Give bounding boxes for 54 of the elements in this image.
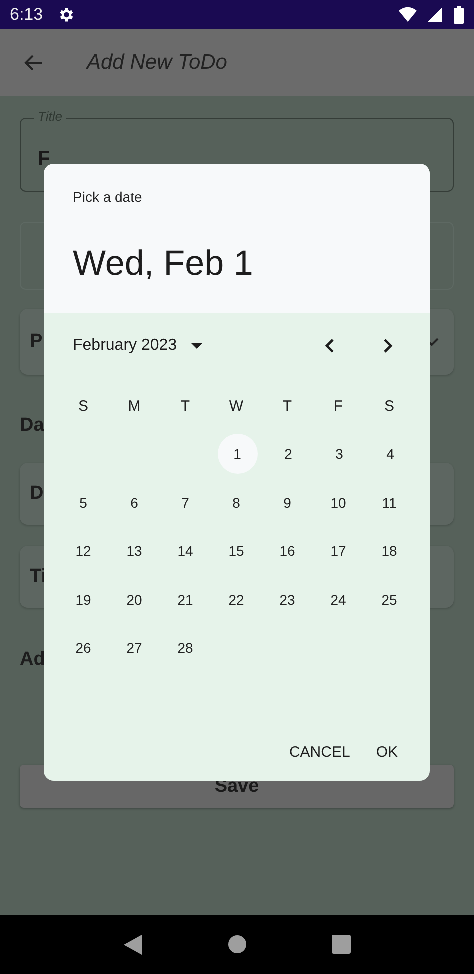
day-cell[interactable]: 6 [114, 482, 154, 523]
home-icon[interactable] [228, 935, 247, 954]
day-cell[interactable]: 19 [64, 580, 104, 620]
day-cell[interactable]: 12 [64, 531, 104, 572]
battery-icon [454, 6, 464, 24]
card-label: P [30, 331, 43, 353]
section-heading: Da [20, 415, 44, 437]
day-cell[interactable]: 20 [114, 580, 154, 620]
chevron-right-icon[interactable] [382, 338, 394, 354]
weekday-label: T [282, 398, 294, 414]
day-cell[interactable]: 23 [268, 580, 308, 620]
weekday-label: F [332, 398, 344, 414]
day-cell[interactable]: 3 [320, 434, 360, 474]
weekday-label: S [383, 398, 396, 414]
day-cell[interactable]: 28 [166, 628, 206, 668]
card-label: D [30, 483, 44, 505]
day-cell[interactable]: 26 [64, 628, 104, 668]
day-cell[interactable]: 21 [166, 580, 206, 620]
field-value: F [38, 148, 50, 171]
day-cell[interactable]: 22 [216, 580, 256, 620]
day-cell[interactable]: 16 [268, 531, 308, 572]
day-cell[interactable]: 8 [216, 482, 256, 523]
day-cell[interactable]: 27 [114, 628, 154, 668]
day-cell[interactable]: 15 [216, 531, 256, 572]
section-heading: Ad [20, 649, 46, 671]
day-cell[interactable]: 9 [268, 482, 308, 523]
selected-date: Wed, Feb 1 [73, 244, 254, 284]
day-cell[interactable]: 11 [370, 482, 410, 523]
wifi-icon [399, 6, 417, 22]
day-cell[interactable]: 1 [218, 434, 258, 474]
day-cell[interactable]: 24 [318, 580, 358, 620]
day-cell[interactable]: 14 [166, 531, 206, 572]
dialog-heading: Pick a date [73, 189, 144, 205]
weekday-label: M [127, 398, 142, 414]
day-cell[interactable]: 7 [166, 482, 206, 523]
weekday-label: W [228, 398, 245, 414]
weekday-label: T [180, 398, 192, 414]
chevron-left-icon[interactable] [324, 338, 336, 354]
month-selector[interactable]: February 2023 [73, 337, 204, 355]
dropdown-arrow-icon [191, 343, 204, 349]
screen-title: Add New ToDo [87, 50, 228, 74]
clock-time: 6:13 [10, 4, 44, 24]
signal-icon [427, 6, 442, 22]
day-cell[interactable]: 2 [268, 434, 308, 474]
recents-icon[interactable] [332, 935, 352, 954]
day-cell[interactable]: 25 [370, 580, 410, 620]
day-cell[interactable]: 17 [318, 531, 358, 572]
day-cell[interactable]: 5 [64, 482, 104, 523]
back-icon[interactable] [122, 934, 143, 956]
weekday-label: S [77, 398, 90, 414]
day-cell[interactable]: 18 [370, 531, 410, 572]
day-cell[interactable]: 4 [370, 434, 410, 474]
day-cell[interactable]: 13 [114, 531, 154, 572]
day-cell[interactable]: 10 [318, 482, 358, 523]
